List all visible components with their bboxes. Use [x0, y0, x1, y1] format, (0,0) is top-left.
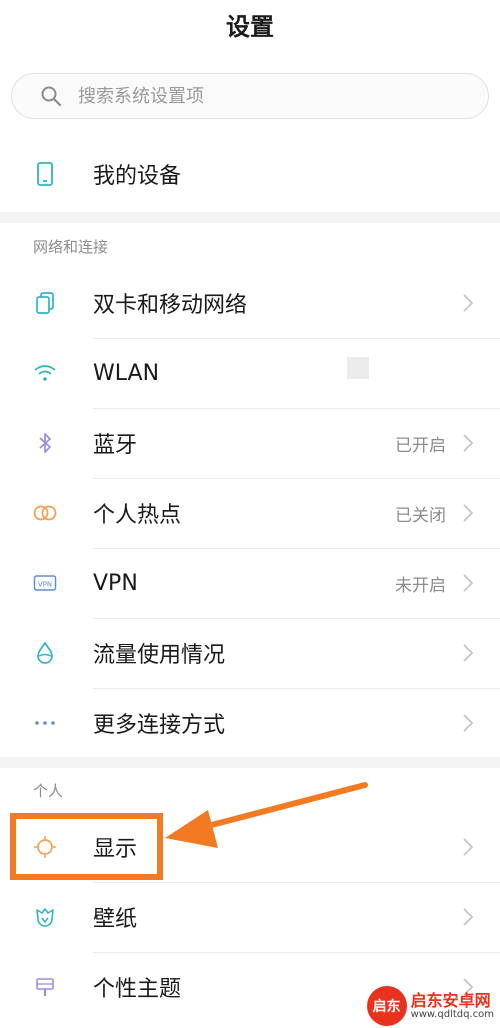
dual-sim-mobile-network-item[interactable]: 双卡和移动网络 — [0, 268, 500, 338]
data-usage-item[interactable]: 流量使用情况 — [0, 618, 500, 688]
watermark: 启东 启东安卓网 www.qdltdq.com — [366, 986, 494, 1026]
watermark-url: www.qdltdq.com — [410, 1009, 494, 1021]
more-connection-label: 更多连接方式 — [93, 713, 226, 738]
wallpaper-label: 壁纸 — [93, 907, 138, 932]
more-connection-item[interactable]: 更多连接方式 — [0, 688, 500, 758]
theme-icon — [32, 974, 58, 1000]
bluetooth-icon — [32, 430, 58, 456]
my-device-label: 我的设备 — [93, 164, 182, 189]
section-separator — [0, 757, 500, 768]
theme-label: 个性主题 — [93, 977, 182, 1002]
wallpaper-item[interactable]: 壁纸 — [0, 882, 500, 952]
vpn-item[interactable]: VPN VPN 未开启 — [0, 548, 500, 618]
pointer-arrow-icon — [165, 782, 368, 848]
bluetooth-item[interactable]: 蓝牙 已开启 — [0, 408, 500, 478]
data-usage-icon — [32, 640, 58, 666]
personal-hotspot-item[interactable]: 个人热点 已关闭 — [0, 478, 500, 548]
hotspot-icon — [32, 500, 58, 526]
vpn-icon: VPN — [32, 570, 58, 596]
dual-sim-icon — [32, 290, 58, 316]
section-network-header: 网络和连接 — [33, 238, 109, 256]
wlan-label: WLAN — [93, 360, 160, 386]
data-usage-label: 流量使用情况 — [93, 643, 226, 668]
wlan-item[interactable]: WLAN — [0, 338, 500, 408]
bluetooth-label: 蓝牙 — [93, 433, 138, 458]
chevron-right-icon — [463, 574, 474, 592]
chevron-right-icon — [463, 504, 474, 522]
wifi-icon — [32, 360, 58, 386]
chevron-right-icon — [463, 908, 474, 926]
chevron-right-icon — [463, 434, 474, 452]
phone-device-icon — [32, 161, 58, 187]
highlight-box — [10, 813, 163, 880]
watermark-logo: 启东 — [366, 986, 407, 1026]
watermark-title: 启东安卓网 — [410, 990, 491, 1010]
search-bar[interactable] — [11, 73, 489, 119]
search-icon — [41, 86, 62, 107]
hotspot-status: 已关闭 — [395, 505, 446, 526]
svg-text:VPN: VPN — [38, 581, 52, 589]
my-device-item[interactable]: 我的设备 — [0, 139, 500, 209]
section-personal-header: 个人 — [33, 782, 64, 800]
chevron-right-icon — [463, 644, 474, 662]
section-separator — [0, 212, 500, 223]
artifact-block — [347, 357, 369, 379]
vpn-label: VPN — [93, 570, 138, 596]
chevron-right-icon — [463, 714, 474, 732]
dual-sim-label: 双卡和移动网络 — [93, 293, 248, 318]
chevron-right-icon — [463, 294, 474, 312]
hotspot-label: 个人热点 — [93, 503, 182, 528]
bluetooth-status: 已开启 — [395, 435, 446, 456]
more-dots-icon — [32, 710, 58, 736]
wallpaper-icon — [32, 904, 58, 930]
page-title: 设置 — [226, 13, 274, 41]
vpn-status: 未开启 — [395, 575, 446, 596]
search-input[interactable] — [76, 84, 460, 108]
chevron-right-icon — [463, 838, 474, 856]
